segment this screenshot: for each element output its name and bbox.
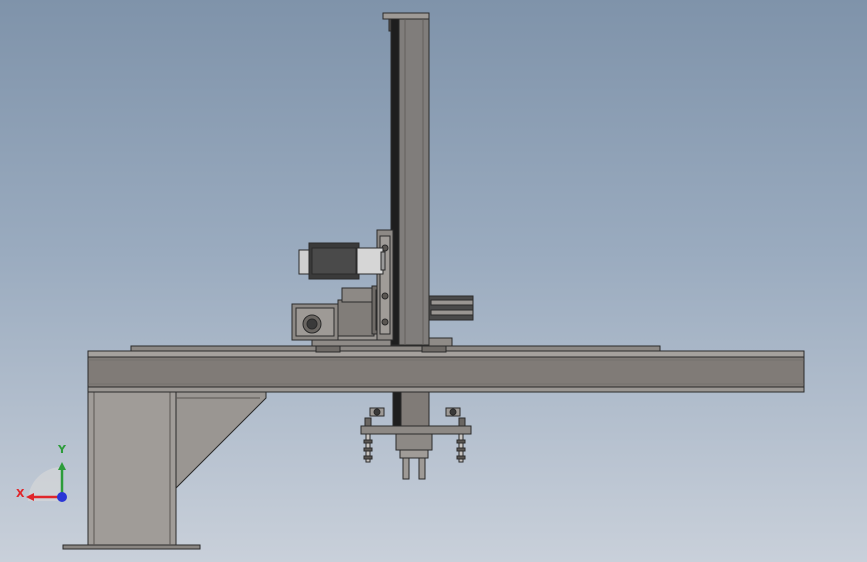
- gantry-model[interactable]: [0, 0, 867, 562]
- gripper-mount-plate: [360, 425, 472, 435]
- side-bracket[interactable]: [428, 295, 474, 321]
- suction-rod-left: [363, 433, 373, 463]
- suction-rod-right: [456, 433, 466, 463]
- leg-base-plate: [62, 544, 201, 550]
- axis-y-label: Y: [58, 443, 66, 456]
- support-leg[interactable]: [62, 391, 267, 550]
- beam-top-rail: [130, 345, 661, 352]
- leg-gusset: [175, 391, 267, 490]
- motor-flange: [356, 247, 384, 275]
- column-cap: [382, 12, 430, 20]
- column-carriage[interactable]: [376, 229, 394, 341]
- gripper-cylinder: [395, 433, 433, 451]
- axis-x-label: X: [16, 487, 25, 500]
- z-axis-motor[interactable]: [298, 242, 386, 280]
- horizontal-beam[interactable]: [87, 345, 805, 393]
- x-axis-reducer[interactable]: [291, 285, 389, 341]
- beam-web: [87, 356, 805, 388]
- coordinate-triad-icon: [26, 462, 67, 502]
- leg-column: [87, 391, 177, 546]
- gripper-finger-left: [402, 457, 410, 480]
- cad-viewport[interactable]: X Y: [0, 0, 867, 562]
- gripper-finger-right: [418, 457, 426, 480]
- beam-bottom-flange: [87, 386, 805, 393]
